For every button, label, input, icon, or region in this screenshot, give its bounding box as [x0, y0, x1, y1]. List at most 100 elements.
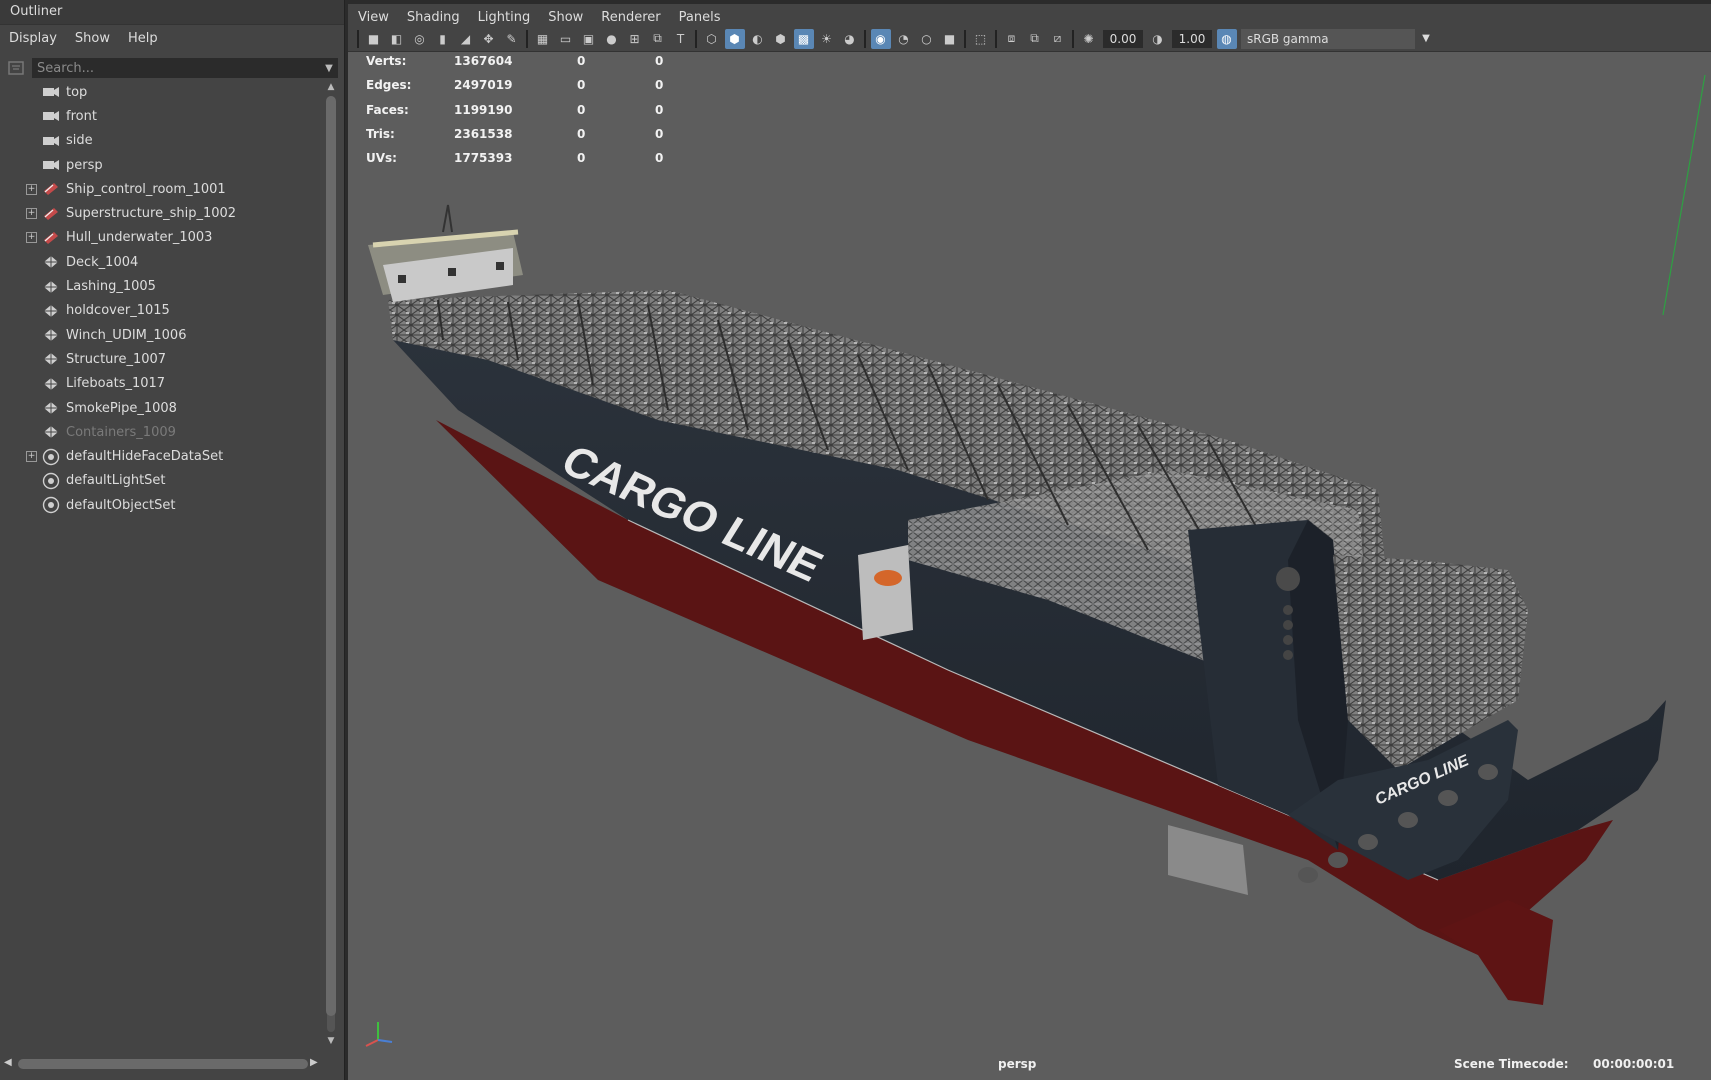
outliner-item[interactable]: + Superstructure_ship_1002 [0, 201, 322, 225]
menu-show[interactable]: Show [548, 10, 583, 25]
grease-pencil-icon[interactable]: ✎ [502, 29, 522, 49]
gate-mask-icon[interactable]: ● [602, 29, 622, 49]
field-chart-icon[interactable]: ⊞ [625, 29, 645, 49]
outliner-item[interactable]: Deck_1004 [0, 250, 322, 274]
menu-display[interactable]: Display [9, 31, 57, 46]
outliner-item[interactable]: holdcover_1015 [0, 299, 322, 323]
exposure-field[interactable]: 0.00 [1103, 29, 1143, 48]
menu-panels[interactable]: Panels [679, 10, 721, 25]
hud-comp-value: 0 [655, 54, 664, 68]
outliner-vertical-scrollbar[interactable]: ▲ ▼ [324, 82, 338, 1050]
depth-of-field-icon[interactable]: ■ [940, 29, 960, 49]
mesh-icon [42, 303, 60, 319]
group-icon [42, 181, 60, 197]
chevron-down-icon[interactable]: ▼ [1415, 28, 1437, 49]
safe-title-icon[interactable]: T [671, 29, 691, 49]
wireframe-icon[interactable]: ⬡ [702, 29, 722, 49]
screen-space-ao-icon[interactable]: ◉ [870, 28, 891, 49]
hscroll-thumb[interactable] [18, 1059, 308, 1069]
xray-active-components-icon[interactable]: ⧄ [1048, 29, 1068, 49]
outliner-item[interactable]: + Hull_underwater_1003 [0, 226, 322, 250]
scroll-thumb[interactable] [326, 96, 336, 1016]
hud-comp-value: 0 [655, 78, 664, 93]
2d-pan-zoom-icon[interactable]: ✥ [479, 29, 499, 49]
color-management-dropdown[interactable]: sRGB gamma ▼ [1241, 28, 1437, 49]
camera-icon [42, 133, 60, 149]
hud-name-value: Edges: [366, 78, 412, 93]
menu-lighting[interactable]: Lighting [478, 10, 531, 25]
outliner-item[interactable]: Lifeboats_1017 [0, 372, 322, 396]
menu-renderer[interactable]: Renderer [601, 10, 660, 25]
wireframe-on-shaded-icon[interactable]: ⬢ [771, 29, 791, 49]
lifeboat-station [858, 545, 913, 640]
set-icon [42, 448, 60, 465]
outliner-item-label: SmokePipe_1008 [66, 400, 177, 416]
camera-attributes-icon[interactable]: ◧ [387, 29, 407, 49]
outliner-item[interactable]: front [0, 104, 322, 128]
menu-show[interactable]: Show [75, 31, 110, 46]
bookmarks-icon[interactable]: ◎ [410, 29, 430, 49]
bookmark-icon[interactable]: ▮ [433, 29, 453, 49]
expand-icon[interactable]: + [26, 232, 37, 244]
3d-viewport-scene[interactable]: CARGO LINE CARGO LINE [348, 52, 1711, 1080]
stern-deck-opening [1168, 825, 1248, 895]
textured-icon[interactable]: ▩ [793, 28, 814, 49]
gamma-icon[interactable]: ◑ [1148, 29, 1168, 49]
hud-comp-value: 0 [655, 102, 664, 117]
outliner-list: top front side persp + Ship_control_room_1001… [0, 80, 322, 517]
menu-shading[interactable]: Shading [407, 10, 460, 25]
resolution-gate-icon[interactable]: ▣ [579, 29, 599, 49]
search-input[interactable] [32, 58, 320, 78]
outliner-item[interactable]: + defaultHideFaceDataSet [0, 444, 322, 468]
expand-icon[interactable]: + [26, 451, 37, 463]
outliner-horizontal-scrollbar[interactable]: ◀ ▶ [4, 1056, 320, 1072]
isolate-select-icon[interactable]: ⬚ [971, 29, 991, 49]
outliner-item[interactable]: defaultObjectSet [0, 493, 322, 517]
scroll-right-icon[interactable]: ▶ [310, 1057, 318, 1068]
select-camera-icon[interactable]: ■ [364, 29, 384, 49]
outliner-item[interactable]: persp [0, 153, 322, 177]
xray-icon[interactable]: ⧈ [1002, 29, 1022, 49]
filter-icon[interactable] [6, 58, 26, 78]
multisample-aa-icon[interactable]: ○ [917, 29, 937, 49]
expand-icon[interactable]: + [26, 183, 37, 195]
outliner-item[interactable]: Lashing_1005 [0, 274, 322, 298]
outliner-item[interactable]: SmokePipe_1008 [0, 396, 322, 420]
toolbar-separator [864, 29, 866, 48]
scroll-left-icon[interactable]: ◀ [4, 1057, 12, 1068]
hud-total-value: 1367604 [454, 54, 513, 68]
exposure-icon[interactable]: ✺ [1079, 29, 1099, 49]
hud-total-value: 2497019 [454, 78, 513, 93]
hud-name-value: Faces: [366, 102, 409, 117]
grid-icon[interactable]: ▦ [533, 29, 553, 49]
motion-blur-icon[interactable]: ◔ [894, 29, 914, 49]
color-management-toggle-icon[interactable]: ◍ [1216, 28, 1237, 49]
scroll-up-icon[interactable]: ▲ [326, 82, 336, 92]
outliner-item[interactable]: Winch_UDIM_1006 [0, 323, 322, 347]
menu-view[interactable]: View [358, 10, 389, 25]
default-material-icon[interactable]: ◐ [748, 29, 768, 49]
xray-joints-icon[interactable]: ⧉ [1025, 29, 1045, 49]
outliner-item[interactable]: side [0, 129, 322, 153]
shadows-icon[interactable]: ◕ [840, 29, 860, 49]
smooth-shade-icon[interactable]: ⬢ [724, 28, 745, 49]
film-gate-icon[interactable]: ▭ [556, 29, 576, 49]
use-all-lights-icon[interactable]: ☀ [817, 29, 837, 49]
search-options-dropdown[interactable]: ▼ [320, 58, 338, 78]
hud-total-value: 2361538 [454, 126, 513, 141]
safe-action-icon[interactable]: ⧉ [648, 29, 668, 49]
expand-icon[interactable]: + [26, 208, 37, 220]
outliner-item[interactable]: Structure_1007 [0, 347, 322, 371]
outliner-item[interactable]: defaultLightSet [0, 469, 322, 493]
hud-total-value: 1775393 [454, 151, 513, 166]
scroll-down-icon[interactable]: ▼ [326, 1036, 336, 1046]
outliner-item-label: front [66, 108, 97, 124]
menu-help[interactable]: Help [128, 31, 158, 46]
outliner-item[interactable]: top [0, 80, 322, 104]
outliner-item[interactable]: Containers_1009 [0, 420, 322, 444]
outliner-item[interactable]: + Ship_control_room_1001 [0, 177, 322, 201]
toolbar-separator [964, 29, 966, 48]
image-plane-icon[interactable]: ◢ [456, 29, 476, 49]
gamma-field[interactable]: 1.00 [1172, 29, 1212, 48]
scene-timecode-label: Scene Timecode: [1454, 1057, 1569, 1071]
